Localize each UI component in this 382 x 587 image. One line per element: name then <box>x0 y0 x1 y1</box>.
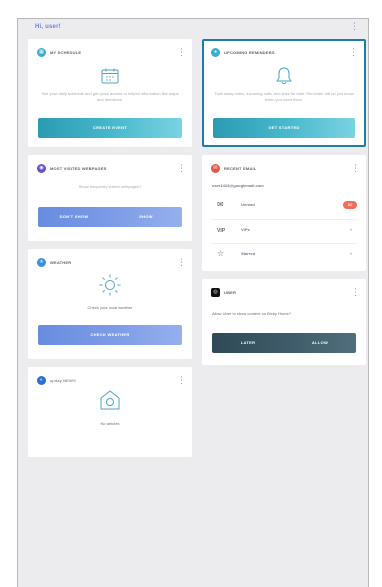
card-uber: ◎ UBER ⋮ Allow Uber to show content on B… <box>202 279 366 365</box>
card-description: No articles <box>100 421 120 426</box>
get-started-button[interactable]: GET STARTED <box>213 118 355 138</box>
envelope-icon: ✉ <box>217 200 224 209</box>
internet-icon: ◉ <box>37 164 46 173</box>
card-title: WEATHER <box>50 260 72 265</box>
card-title: UPCOMING REMINDERS <box>224 50 275 55</box>
later-button[interactable]: LATER <box>212 333 284 353</box>
card-my-schedule: ▦ MY SCHEDULE ⋮ See your daily schedule … <box>28 39 192 147</box>
card-title: upday NEWS <box>50 378 77 383</box>
row-label: VIPs <box>241 227 250 232</box>
card-description: Tuck away notes, incoming calls, and lin… <box>214 91 354 102</box>
more-options-icon[interactable]: ⋮ <box>177 375 186 385</box>
vip-icon: VIP <box>217 228 226 234</box>
card-header: ● UPCOMING REMINDERS ⋮ <box>211 47 358 58</box>
greeting-text: Hi, user! <box>35 24 61 30</box>
row-label: Starred <box>241 251 256 256</box>
uber-icon: ◎ <box>211 288 220 297</box>
card-weather: ☀ WEATHER ⋮ Check your local weather CHE… <box>28 249 192 359</box>
card-upcoming-reminders: ● UPCOMING REMINDERS ⋮ Tuck away notes, … <box>202 39 366 147</box>
card-description: Show frequently visited webpages? <box>78 184 142 189</box>
unread-count-badge: 60 <box>343 201 357 209</box>
more-options-icon[interactable]: ⋮ <box>177 257 186 267</box>
card-title: UBER <box>224 290 237 295</box>
webpages-button-group: DON'T SHOW SHOW <box>38 207 182 227</box>
dont-show-button[interactable]: DON'T SHOW <box>38 207 110 227</box>
more-options-icon[interactable]: ⋮ <box>351 163 360 173</box>
card-description: See your daily schedule and get quick ac… <box>41 91 179 102</box>
bell-icon <box>276 67 292 84</box>
create-event-button[interactable]: CREATE EVENT <box>38 118 182 138</box>
row-count: 0 <box>349 227 352 232</box>
card-header: ◐ upday NEWS ⋮ <box>37 375 186 386</box>
card-title: MOST VISITED WEBPAGES <box>50 166 107 171</box>
upday-icon: ◐ <box>37 376 46 385</box>
star-icon: ☆ <box>217 249 225 258</box>
card-description: Check your local weather <box>87 305 133 310</box>
sun-icon <box>99 274 121 296</box>
allow-button[interactable]: ALLOW <box>284 333 356 353</box>
more-options-icon[interactable]: ⋮ <box>349 47 358 57</box>
email-account: user1413@googlemail.com <box>212 183 264 188</box>
email-row-vips[interactable]: VIP VIPs 0 <box>211 219 357 240</box>
bixby-home-screen: Hi, user! ⋮ ▦ MY SCHEDULE ⋮ See your dai… <box>17 18 369 587</box>
show-button[interactable]: SHOW <box>110 207 182 227</box>
uber-button-group: LATER ALLOW <box>212 333 356 353</box>
row-label: Unread <box>241 202 255 207</box>
news-home-icon <box>100 390 120 410</box>
card-upday-news: ◐ upday NEWS ⋮ No articles <box>28 367 192 457</box>
more-options-icon[interactable]: ⋮ <box>351 287 360 297</box>
more-options-icon[interactable]: ⋮ <box>350 21 359 31</box>
card-header: ▦ MY SCHEDULE ⋮ <box>37 47 186 58</box>
card-most-visited-webpages: ◉ MOST VISITED WEBPAGES ⋮ Show frequentl… <box>28 155 192 241</box>
more-options-icon[interactable]: ⋮ <box>177 163 186 173</box>
card-header: ☀ WEATHER ⋮ <box>37 257 186 268</box>
email-row-unread[interactable]: ✉ Unread 60 <box>211 195 357 215</box>
card-header: ◎ UBER ⋮ <box>211 287 360 298</box>
card-header: ◉ MOST VISITED WEBPAGES ⋮ <box>37 163 186 174</box>
weather-icon: ☀ <box>37 258 46 267</box>
card-recent-email: ✉ RECENT EMAIL ⋮ user1413@googlemail.com… <box>202 155 366 271</box>
email-row-starred[interactable]: ☆ Starred 0 <box>211 243 357 264</box>
check-weather-button[interactable]: CHECK WEATHER <box>38 325 182 345</box>
calendar-icon: ▦ <box>37 48 46 57</box>
card-description: Allow Uber to show content on Bixby Home… <box>212 311 291 316</box>
row-count: 0 <box>349 251 352 256</box>
more-options-icon[interactable]: ⋮ <box>177 47 186 57</box>
calendar-icon <box>101 68 119 84</box>
top-bar: Hi, user! ⋮ <box>18 19 368 39</box>
email-icon: ✉ <box>211 164 220 173</box>
card-title: MY SCHEDULE <box>50 50 82 55</box>
card-title: RECENT EMAIL <box>224 166 257 171</box>
reminder-icon: ● <box>211 48 220 57</box>
card-header: ✉ RECENT EMAIL ⋮ <box>211 163 360 174</box>
